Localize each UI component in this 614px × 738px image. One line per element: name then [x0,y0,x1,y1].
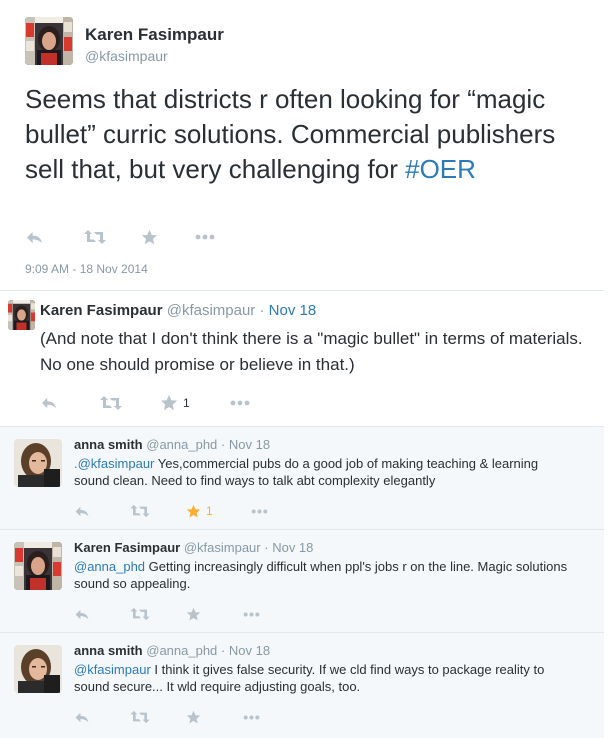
retweet-icon[interactable] [130,607,150,621]
tweet-body: Getting increasingly difficult when ppl'… [74,559,568,591]
star-icon [186,504,201,519]
favorite-icon[interactable] [141,229,158,246]
author-handle[interactable]: @anna_phd [146,437,217,452]
separator: · [220,437,226,452]
author-name[interactable]: Karen Fasimpaur [74,540,180,555]
tweet-text: (And note that I don't think there is a … [40,329,583,374]
favorite-count: 1 [206,504,213,518]
avatar[interactable] [14,645,62,693]
retweet-icon[interactable] [130,710,150,724]
conversation-tweet: Karen Fasimpaur @kfasimpaur · Nov 18 @an… [0,529,604,633]
more-icon[interactable] [195,234,215,240]
separator: · [220,643,226,658]
hashtag-link[interactable]: #OER [405,154,476,184]
avatar[interactable] [14,542,62,590]
author-handle[interactable]: @kfasimpaur [85,48,168,64]
reply-icon[interactable] [74,711,92,724]
more-icon[interactable] [230,400,250,406]
reply-icon[interactable] [40,396,60,410]
avatar[interactable] [14,439,62,487]
reply-icon[interactable] [25,230,47,245]
tweet-date[interactable]: Nov 18 [272,540,313,555]
author-name[interactable]: Karen Fasimpaur [85,25,224,45]
tweet-text: .@kfasimpaur Yes,commercial pubs do a go… [74,455,574,489]
tweet-text: @anna_phd Getting increasingly difficult… [74,558,574,592]
conversation-tweet: anna smith @anna_phd · Nov 18 .@kfasimpa… [0,426,604,530]
tweet-actions [74,605,260,623]
retweet-icon[interactable] [130,504,150,518]
main-tweet: Karen Fasimpaur @kfasimpaur Seems that d… [0,0,604,290]
tweet-date[interactable]: Nov 18 [229,437,270,452]
reply-tweet: Karen Fasimpaur @kfasimpaur · Nov 18 (An… [0,290,604,427]
conversation-tweet: anna smith @anna_phd · Nov 18 @kfasimpau… [0,632,604,738]
favorite-icon[interactable] [186,607,201,622]
tweet-header: Karen Fasimpaur @kfasimpaur · Nov 18 [40,302,316,319]
separator: · [259,302,265,319]
more-icon[interactable] [243,715,260,720]
tweet-date[interactable]: Nov 18 [229,643,270,658]
tweet-header: anna smith @anna_phd · Nov 18 [74,643,270,658]
reply-icon[interactable] [74,505,92,518]
favorite-button[interactable]: 1 [186,504,213,519]
favorite-count: 1 [183,396,190,410]
timestamp[interactable]: 9:09 AM - 18 Nov 2014 [25,262,148,276]
avatar[interactable] [25,17,73,65]
tweet-date[interactable]: Nov 18 [269,302,317,319]
tweet-header: anna smith @anna_phd · Nov 18 [74,437,270,452]
mention-link[interactable]: @kfasimpaur [74,662,151,677]
author-name[interactable]: Karen Fasimpaur [40,302,163,319]
separator: · [264,540,269,555]
author-handle[interactable]: @kfasimpaur [167,302,256,319]
author-name[interactable]: anna smith [74,437,143,452]
retweet-icon[interactable] [100,395,122,411]
tweet-actions: 1 [40,393,250,413]
tweet-actions: 1 [74,502,268,520]
mention-link[interactable]: .@kfasimpaur [74,456,154,471]
avatar[interactable] [8,300,35,330]
author-handle[interactable]: @kfasimpaur [184,540,261,555]
favorite-icon[interactable] [186,710,201,725]
tweet-header: Karen Fasimpaur @kfasimpaur · Nov 18 [74,540,313,555]
reply-icon[interactable] [74,608,92,621]
tweet-text: @kfasimpaur I think it gives false secur… [74,661,574,695]
retweet-icon[interactable] [84,229,106,245]
more-icon[interactable] [251,509,268,514]
more-icon[interactable] [243,612,260,617]
author-handle[interactable]: @anna_phd [146,643,217,658]
tweet-actions [25,227,215,247]
favorite-button[interactable]: 1 [160,394,190,412]
tweet-text: Seems that districts r often looking for… [25,82,595,187]
tweet-actions [74,708,260,726]
author-name[interactable]: anna smith [74,643,143,658]
star-icon [160,394,178,412]
mention-link[interactable]: @anna_phd [74,559,145,574]
